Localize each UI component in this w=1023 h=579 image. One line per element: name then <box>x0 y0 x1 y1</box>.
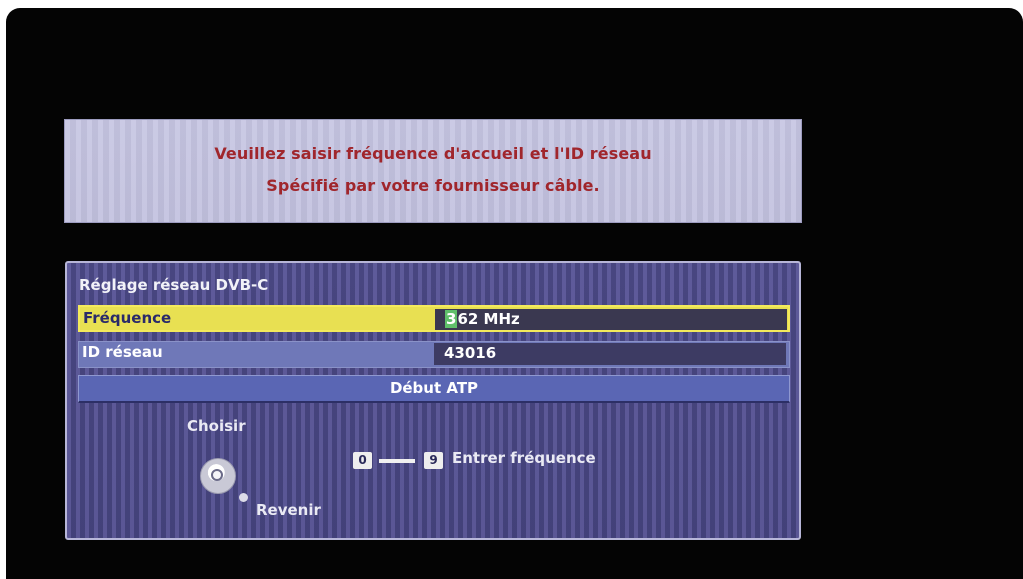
start-atp-button[interactable]: Début ATP <box>78 375 790 403</box>
info-message-line-1: Veuillez saisir fréquence d'accueil et l… <box>214 144 652 163</box>
key-9-icon: 9 <box>424 452 443 469</box>
frequency-value-rest: 62 MHz <box>457 310 520 328</box>
dvbc-network-settings-panel: Réglage réseau DVB-C Fréquence 362 MHz I… <box>65 261 801 540</box>
range-dash <box>379 459 415 463</box>
dpad-ok-icon <box>211 469 223 481</box>
frequency-input[interactable]: 362 MHz <box>435 309 787 330</box>
frequency-row[interactable]: Fréquence 362 MHz <box>78 305 790 332</box>
network-id-label: ID réseau <box>82 343 163 361</box>
back-button-icon <box>239 493 248 502</box>
frequency-value: 362 MHz <box>445 310 520 328</box>
hint-back-label: Revenir <box>256 501 321 519</box>
frequency-label: Fréquence <box>83 309 172 327</box>
network-id-value: 43016 <box>444 344 497 362</box>
hint-enter-frequency-label: Entrer fréquence <box>452 449 596 467</box>
hint-select-label: Choisir <box>187 417 246 435</box>
key-0-icon: 0 <box>353 452 372 469</box>
info-message-box: Veuillez saisir fréquence d'accueil et l… <box>64 119 802 223</box>
tv-screen: Veuillez saisir fréquence d'accueil et l… <box>6 8 1023 579</box>
network-id-row[interactable]: ID réseau 43016 <box>78 341 790 368</box>
dpad-icon <box>200 458 236 494</box>
network-id-input[interactable]: 43016 <box>434 343 786 365</box>
panel-title: Réglage réseau DVB-C <box>79 276 269 294</box>
info-message-line-2: Spécifié par votre fournisseur câble. <box>266 176 600 195</box>
text-cursor: 3 <box>445 310 458 328</box>
